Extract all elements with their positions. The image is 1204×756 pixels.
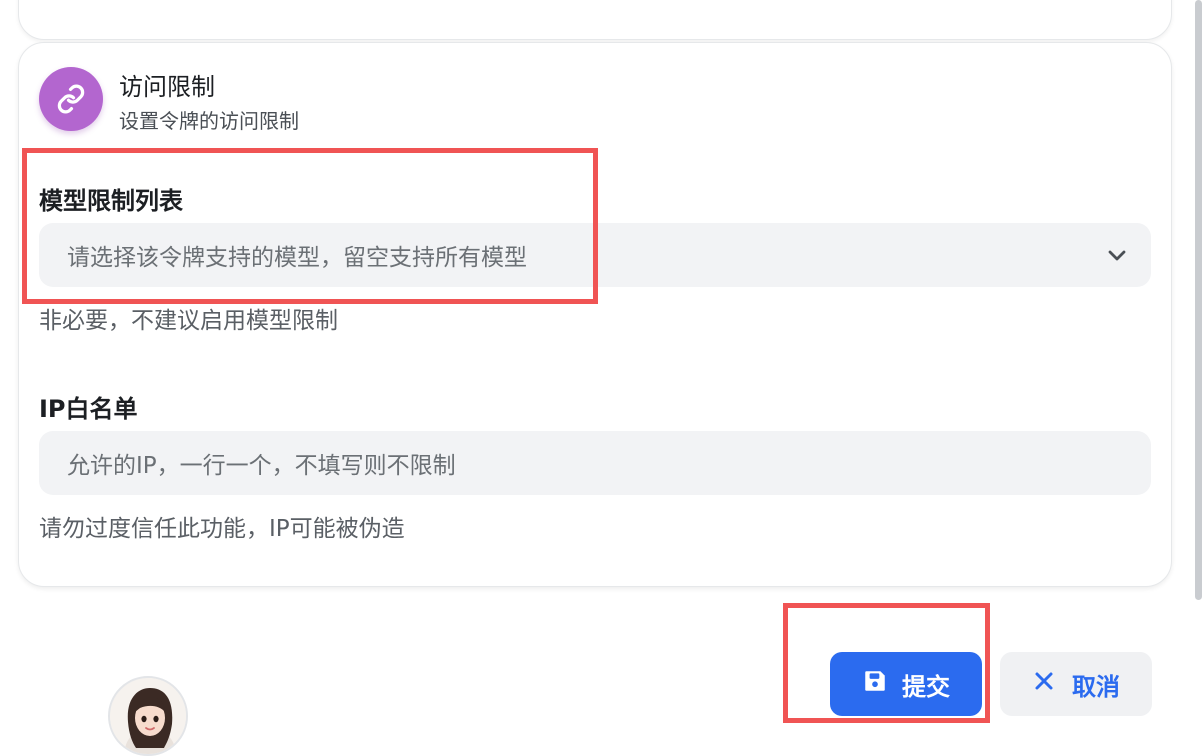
access-restriction-card: 访问限制 设置令牌的访问限制 模型限制列表 请选择该令牌支持的模型，留空支持所有…	[18, 42, 1172, 587]
close-icon	[1032, 669, 1056, 699]
save-icon	[862, 668, 888, 700]
ip-whitelist-input[interactable]: 允许的IP，一行一个，不填写则不限制	[39, 431, 1151, 495]
cancel-button[interactable]: 取消	[1000, 652, 1152, 716]
model-limit-placeholder: 请选择该令牌支持的模型，留空支持所有模型	[67, 245, 527, 271]
scrollbar-thumb[interactable]	[1195, 0, 1202, 600]
assistant-avatar[interactable]	[108, 676, 188, 756]
ip-whitelist-label: IP白名单	[39, 395, 138, 423]
link-icon	[39, 67, 103, 131]
card-subtitle: 设置令牌的访问限制	[119, 109, 299, 133]
model-limit-helper: 非必要，不建议启用模型限制	[39, 308, 338, 334]
card-title: 访问限制	[119, 73, 215, 101]
model-limit-label: 模型限制列表	[39, 187, 183, 215]
chevron-down-icon[interactable]	[1105, 243, 1129, 271]
submit-button[interactable]: 提交	[830, 652, 982, 716]
ip-whitelist-helper: 请勿过度信任此功能，IP可能被伪造	[39, 516, 405, 542]
model-limit-select[interactable]: 请选择该令牌支持的模型，留空支持所有模型	[39, 223, 1151, 287]
previous-section-card	[18, 0, 1172, 40]
cancel-label: 取消	[1072, 672, 1120, 701]
submit-label: 提交	[902, 672, 950, 701]
ip-whitelist-placeholder: 允许的IP，一行一个，不填写则不限制	[67, 453, 456, 479]
